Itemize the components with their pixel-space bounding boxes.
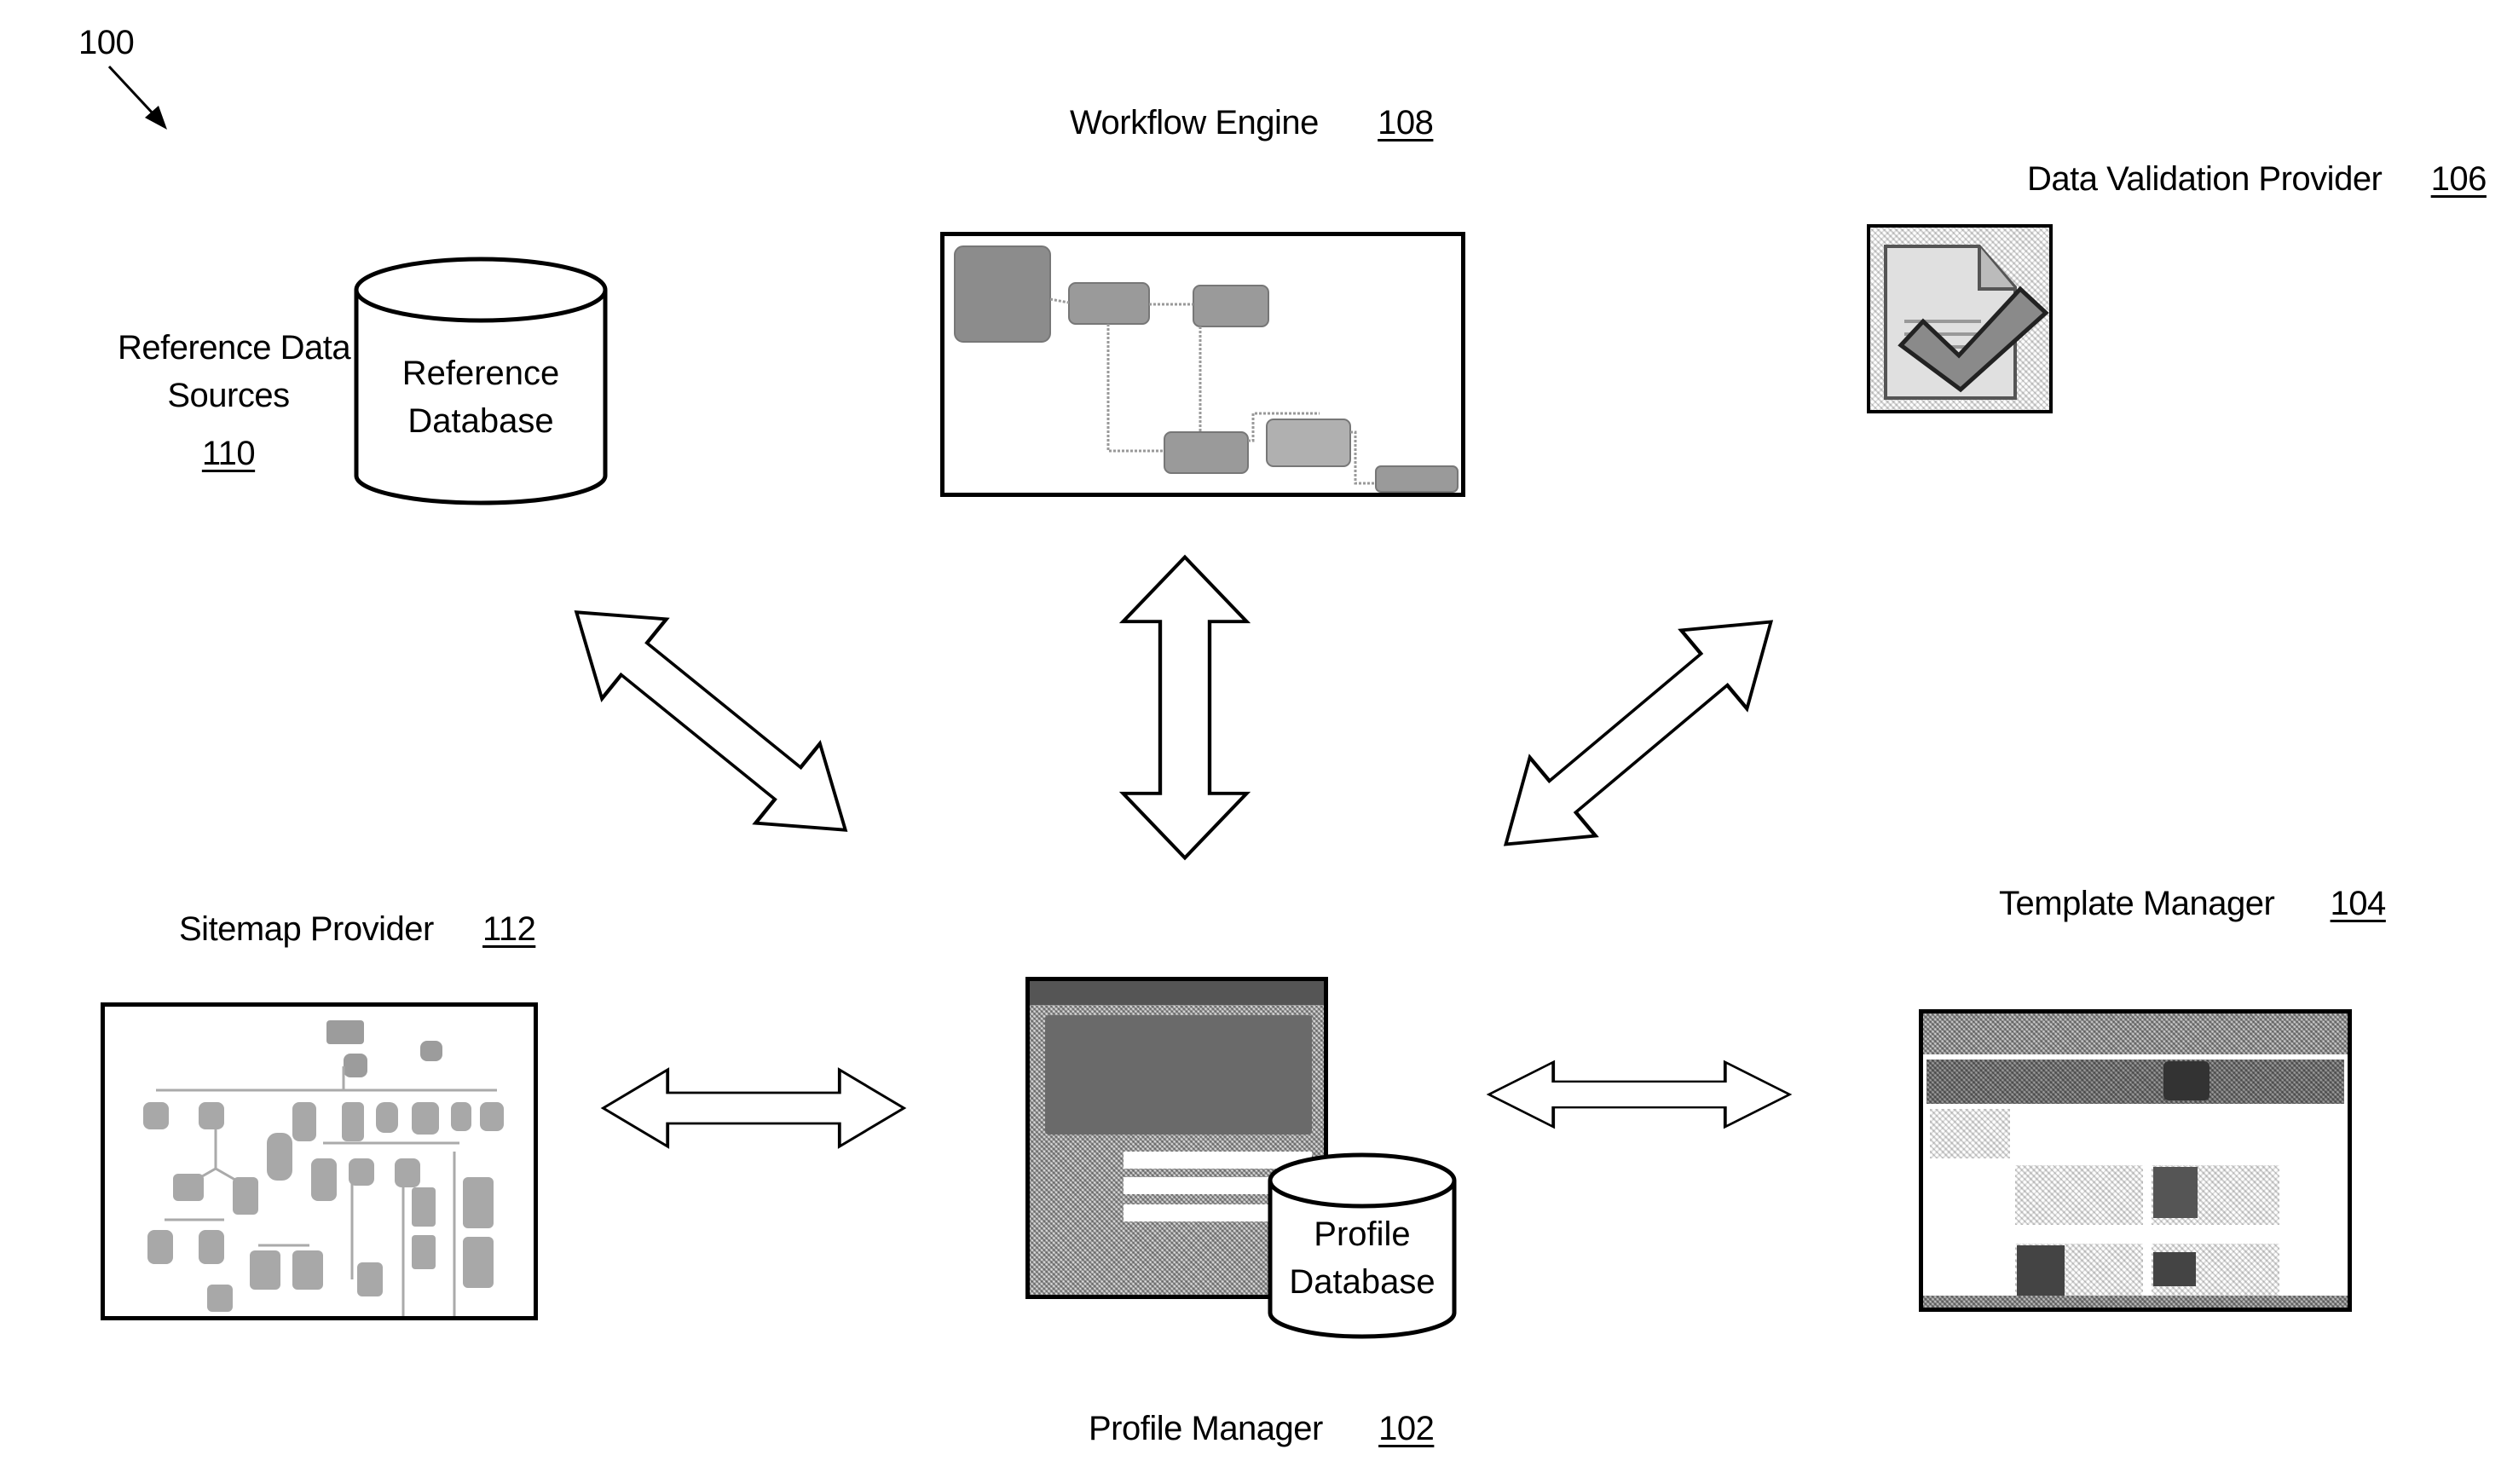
workflow-engine-screenshot[interactable]	[940, 232, 1465, 497]
document-checkmark-icon	[1884, 245, 2049, 400]
reference-data-sources-line1: Reference Data	[118, 329, 351, 367]
template-card-3-photo	[2017, 1245, 2065, 1302]
profile-manager-label: Profile Manager 102	[1089, 1410, 1435, 1448]
figure-ref-number: 100	[78, 24, 135, 61]
browser-statusbar	[1923, 1296, 2348, 1308]
sitemap-provider-title: Sitemap Provider	[179, 910, 434, 948]
template-manager-label: Template Manager 104	[1999, 885, 2386, 923]
sitemap-screenshot[interactable]	[101, 1002, 538, 1320]
sitemap-tree-icon	[143, 1020, 504, 1316]
template-manager-ref: 104	[2330, 885, 2387, 922]
reference-data-sources-ref: 110	[201, 435, 256, 472]
browser-toolbar	[1923, 1013, 2348, 1054]
reference-database-line2: Database	[407, 402, 554, 440]
profile-photo	[1045, 1015, 1312, 1135]
sitemap-provider-ref: 112	[482, 910, 536, 948]
template-card-4-photo	[2153, 1252, 2196, 1286]
data-validation-icon-box[interactable]	[1867, 224, 2053, 413]
data-validation-provider-title: Data Validation Provider	[2027, 160, 2383, 198]
workflow-engine-title: Workflow Engine	[1070, 104, 1319, 141]
reference-data-sources-line2: Sources	[167, 377, 290, 414]
arrow-sitemap-profile	[601, 1068, 906, 1148]
profile-field-1	[1124, 1152, 1312, 1169]
profile-manager-ref: 102	[1378, 1410, 1435, 1447]
template-banner-photo	[2163, 1061, 2210, 1100]
workflow-engine-ref: 108	[1378, 104, 1434, 141]
data-validation-provider-ref: 106	[2430, 160, 2487, 198]
profile-database-line2: Database	[1289, 1263, 1435, 1301]
reference-data-sources-label: Reference Data Sources 110	[118, 324, 351, 477]
arrow-reference-profile	[544, 573, 877, 870]
template-sidebar	[1930, 1109, 2010, 1158]
arrow-validation-profile	[1473, 583, 1804, 884]
profile-window-titlebar	[1030, 981, 1324, 1005]
template-manager-screenshot[interactable]	[1919, 1009, 2352, 1312]
profile-database-label[interactable]: Profile Database	[1270, 1210, 1454, 1306]
workflow-diagram-icon	[954, 245, 1459, 493]
template-card-2-photo	[2153, 1167, 2198, 1218]
template-manager-title: Template Manager	[1999, 885, 2275, 922]
data-validation-provider-label: Data Validation Provider 106	[2027, 160, 2487, 199]
sitemap-provider-label: Sitemap Provider 112	[179, 910, 536, 949]
profile-database-line1: Profile	[1314, 1215, 1411, 1253]
reference-database-label[interactable]: Reference Database	[356, 349, 605, 445]
template-banner	[1926, 1060, 2344, 1104]
arrow-workflow-profile	[1124, 557, 1247, 858]
reference-database-line1: Reference	[401, 355, 560, 392]
arrow-template-profile	[1487, 1060, 1792, 1129]
workflow-engine-label: Workflow Engine 108	[1070, 104, 1434, 142]
profile-field-2	[1124, 1177, 1312, 1194]
profile-manager-title: Profile Manager	[1089, 1410, 1323, 1447]
template-card-1	[2015, 1165, 2143, 1225]
